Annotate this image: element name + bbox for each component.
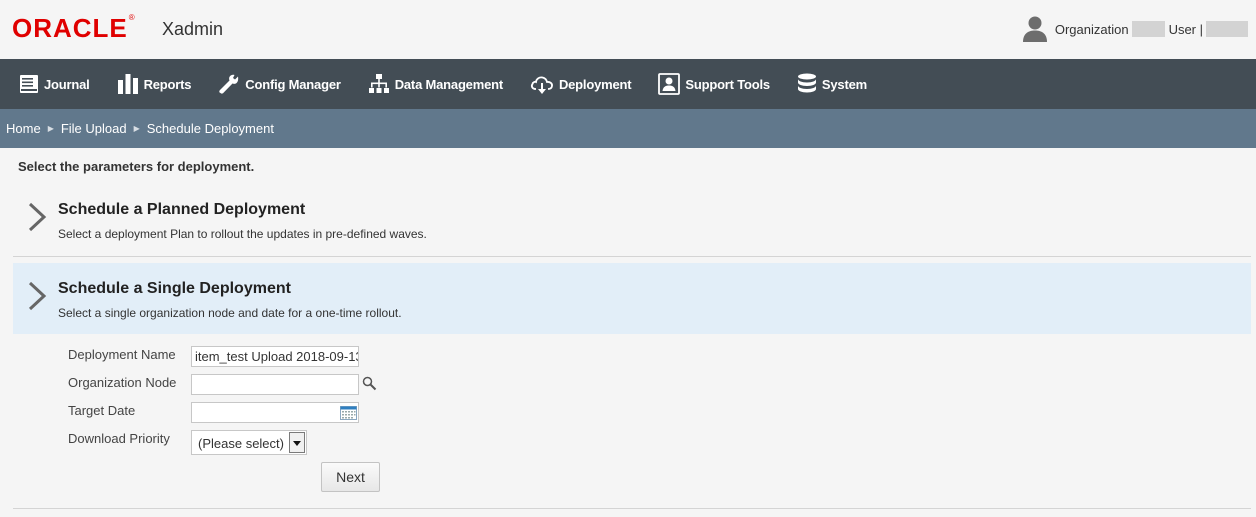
user-label: User | — [1168, 21, 1203, 37]
nav-system-label: System — [821, 76, 867, 92]
nav-data-management-label: Data Management — [394, 76, 503, 92]
download-priority-label: Download Priority — [68, 431, 170, 446]
user-icon[interactable] — [1021, 16, 1049, 42]
nav-data-management[interactable]: Data Management — [368, 73, 503, 95]
deployment-name-input[interactable]: item_test Upload 2018-09-13 — [191, 346, 359, 367]
nav-reports-label: Reports — [143, 76, 192, 92]
logo-text: ORACLE — [12, 13, 128, 43]
breadcrumb-home[interactable]: Home — [6, 121, 41, 136]
journal-icon — [20, 75, 38, 93]
hierarchy-icon — [368, 74, 389, 93]
user-area: Organization User | — [1021, 16, 1248, 42]
organization-redacted — [1131, 21, 1165, 37]
single-deployment-title: Schedule a Single Deployment — [58, 280, 291, 297]
planned-deployment-option[interactable]: Schedule a Planned Deployment Select a d… — [13, 188, 1251, 256]
app-name: Xadmin — [162, 19, 224, 39]
nav-system[interactable]: System — [797, 73, 867, 95]
chevron-right-icon — [28, 202, 47, 232]
nav-journal-label: Journal — [44, 76, 90, 92]
oracle-logo: ORACLE® — [12, 13, 136, 44]
page-instructions: Select the parameters for deployment. — [18, 159, 255, 174]
target-date-label: Target Date — [68, 403, 136, 418]
divider — [13, 256, 1251, 257]
divider — [13, 508, 1251, 509]
nav-deployment-label: Deployment — [558, 76, 632, 92]
target-date-input[interactable] — [191, 402, 359, 423]
calendar-icon[interactable] — [340, 406, 357, 420]
chevron-down-icon — [293, 441, 301, 446]
download-priority-select[interactable]: (Please select) — [191, 430, 307, 455]
single-deployment-option[interactable]: Schedule a Single Deployment Select a si… — [13, 263, 1251, 334]
reports-icon — [117, 74, 138, 94]
nav-support-tools-label: Support Tools — [685, 76, 770, 92]
download-priority-value: (Please select) — [198, 436, 284, 451]
main-nav: Journal Reports Config Manager Data Mana… — [0, 59, 1256, 109]
wrench-icon — [219, 74, 239, 94]
nav-config-manager[interactable]: Config Manager — [218, 73, 341, 95]
nav-reports[interactable]: Reports — [117, 74, 192, 94]
database-icon — [797, 73, 816, 93]
organization-label: Organization — [1054, 21, 1129, 37]
nav-deployment[interactable]: Deployment — [530, 73, 632, 95]
organization-node-label: Organization Node — [68, 375, 177, 390]
breadcrumb-separator-icon: ▶ — [47, 124, 54, 133]
single-deployment-description: Select a single organization node and da… — [58, 306, 402, 320]
nav-journal[interactable]: Journal — [19, 74, 90, 94]
breadcrumb-current: Schedule Deployment — [146, 121, 274, 136]
breadcrumb-file-upload[interactable]: File Upload — [61, 121, 127, 136]
planned-deployment-title: Schedule a Planned Deployment — [58, 201, 306, 218]
support-icon — [658, 73, 681, 95]
deployment-name-label: Deployment Name — [68, 347, 176, 362]
next-button[interactable]: Next — [321, 462, 380, 492]
planned-deployment-description: Select a deployment Plan to rollout the … — [58, 227, 427, 241]
organization-node-input[interactable] — [191, 374, 359, 395]
cloud-download-icon — [530, 76, 553, 94]
nav-support-tools[interactable]: Support Tools — [658, 73, 770, 95]
nav-config-manager-label: Config Manager — [245, 76, 341, 92]
user-redacted — [1206, 21, 1248, 37]
dropdown-arrow[interactable] — [289, 432, 305, 453]
chevron-right-icon — [28, 281, 47, 311]
breadcrumb: Home ▶ File Upload ▶ Schedule Deployment — [0, 109, 1256, 148]
top-header: ORACLE® Xadmin Organization User | — [0, 0, 1256, 59]
logo-registered-mark: ® — [128, 13, 136, 22]
search-icon[interactable] — [362, 376, 377, 391]
breadcrumb-separator-icon: ▶ — [133, 124, 140, 133]
